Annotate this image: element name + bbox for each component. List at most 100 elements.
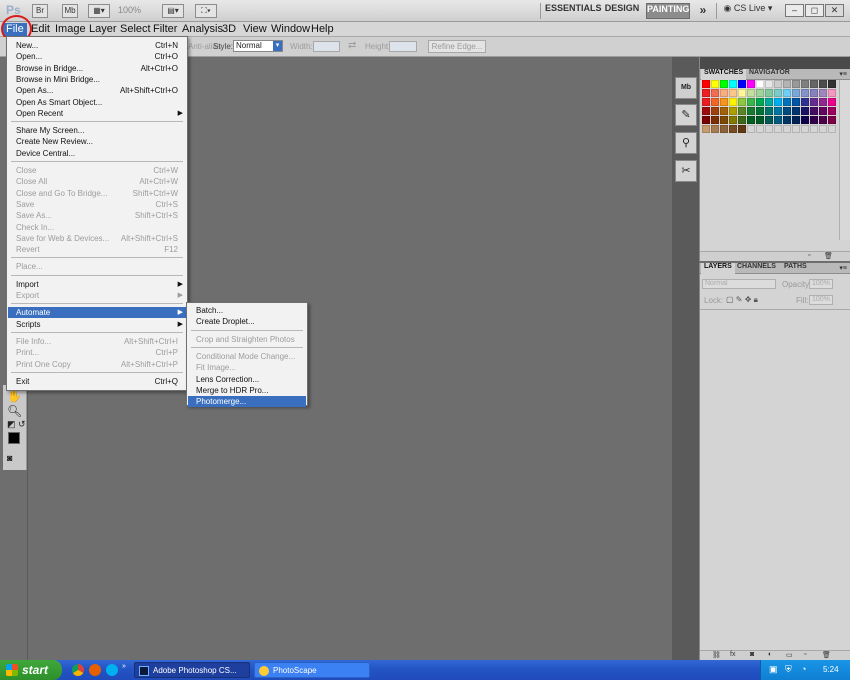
color-swatch[interactable] — [756, 98, 764, 106]
color-swatch[interactable] — [765, 89, 773, 97]
panel-menu-icon[interactable]: ▾≡ — [839, 70, 847, 78]
layer-mask-icon[interactable]: ◙ — [750, 651, 754, 658]
color-swatch[interactable] — [765, 80, 773, 88]
menu-filter[interactable]: Filter — [150, 23, 180, 36]
color-swatch[interactable] — [819, 116, 827, 124]
firefox-icon[interactable] — [89, 664, 101, 676]
panel-menu-icon[interactable]: ▾≡ — [839, 264, 847, 272]
tab-navigator[interactable]: NAVIGATOR — [746, 69, 793, 80]
file-menu-item[interactable]: Check In... — [8, 222, 186, 233]
automate-menu-item[interactable]: Batch... — [188, 305, 306, 316]
color-swatch[interactable] — [702, 107, 710, 115]
automate-menu-item[interactable]: Lens Correction... — [188, 374, 306, 385]
file-menu-item[interactable]: Open As Smart Object... — [8, 97, 186, 108]
color-swatch[interactable] — [711, 98, 719, 106]
color-swatch[interactable] — [738, 125, 746, 133]
tab-layers[interactable]: LAYERS — [701, 263, 735, 274]
color-swatch[interactable] — [801, 107, 809, 115]
color-swatch[interactable] — [828, 125, 836, 133]
layer-style-icon[interactable]: fx — [730, 651, 735, 658]
color-swatch[interactable] — [711, 125, 719, 133]
color-swatch[interactable] — [828, 98, 836, 106]
color-swatch[interactable] — [810, 125, 818, 133]
zoom-tool-icon[interactable]: 🔍︎ — [7, 404, 22, 418]
start-button[interactable]: start — [0, 660, 62, 680]
file-menu-item[interactable]: New... Ctrl+N — [8, 40, 186, 51]
hand-tool-icon[interactable]: ✋ — [7, 389, 22, 403]
color-swatch[interactable] — [702, 89, 710, 97]
color-swatch[interactable] — [738, 80, 746, 88]
color-swatch[interactable] — [774, 116, 782, 124]
security-icon[interactable]: ⛨ — [785, 664, 792, 675]
color-swatch[interactable] — [810, 98, 818, 106]
color-swatch[interactable] — [729, 107, 737, 115]
automate-menu-item[interactable]: Photomerge... — [188, 396, 306, 408]
volume-icon[interactable]: ◔ — [801, 664, 806, 674]
color-swatch[interactable] — [747, 125, 755, 133]
color-swatch[interactable] — [756, 107, 764, 115]
file-menu-item[interactable]: Open As... Alt+Shift+Ctrl+O — [8, 85, 186, 96]
quick-launch-more-icon[interactable]: » — [122, 663, 126, 670]
new-swatch-icon[interactable]: ▫ — [808, 252, 810, 259]
file-menu-item[interactable]: Create New Review... — [8, 136, 186, 147]
color-swatch[interactable] — [747, 80, 755, 88]
task-photoscape[interactable]: PhotoScape — [254, 662, 370, 678]
color-swatch[interactable] — [702, 80, 710, 88]
color-swatch[interactable] — [774, 98, 782, 106]
color-swatch[interactable] — [702, 116, 710, 124]
color-swatch[interactable] — [828, 89, 836, 97]
adjustment-layer-icon[interactable]: ◐ — [768, 651, 772, 658]
file-menu-item[interactable]: Automate ▶ — [8, 307, 186, 319]
view-extras-button[interactable]: ▦▾ — [88, 4, 110, 18]
tab-paths[interactable]: PATHS — [781, 263, 810, 274]
more-workspaces-button[interactable]: » — [697, 3, 709, 19]
color-swatch[interactable] — [756, 89, 764, 97]
task-photoshop[interactable]: Adobe Photoshop CS... — [134, 662, 250, 678]
tab-swatches[interactable]: SWATCHES — [701, 69, 747, 80]
file-menu-item[interactable]: Close Ctrl+W — [8, 165, 186, 176]
color-swatch[interactable] — [729, 89, 737, 97]
quick-mask-icon[interactable]: ◙ — [7, 453, 12, 463]
color-swatch[interactable] — [801, 116, 809, 124]
workspace-painting[interactable]: PAINTING — [646, 3, 690, 19]
screen-mode-button[interactable]: ⛶▾ — [195, 4, 217, 18]
minimize-button[interactable]: – — [785, 4, 804, 17]
color-swatch[interactable] — [774, 80, 782, 88]
chrome-icon[interactable] — [72, 664, 84, 676]
workspace-essentials[interactable]: ESSENTIALS — [545, 3, 602, 19]
color-swatch[interactable] — [783, 107, 791, 115]
color-swatch[interactable] — [819, 89, 827, 97]
color-swatch[interactable] — [765, 107, 773, 115]
width-field[interactable] — [313, 41, 340, 52]
mini-bridge-button[interactable]: Mb — [62, 4, 78, 18]
color-swatch[interactable] — [792, 107, 800, 115]
file-menu-item[interactable]: Open Recent ▶ — [8, 108, 186, 119]
foreground-color-swatch[interactable] — [8, 432, 20, 444]
color-swatch[interactable] — [720, 80, 728, 88]
height-field[interactable] — [389, 41, 417, 52]
link-layers-icon[interactable]: ⛓ — [712, 651, 721, 659]
cs-live-button[interactable]: ◉ CS Live ▾ — [722, 3, 774, 19]
color-swatch[interactable] — [819, 98, 827, 106]
opacity-field[interactable]: 100% — [809, 279, 833, 289]
file-menu-item[interactable]: Print One Copy Alt+Shift+Ctrl+P — [8, 359, 186, 370]
swatches-scrollbar[interactable] — [839, 80, 850, 240]
color-swatch[interactable] — [711, 89, 719, 97]
file-menu-item[interactable]: Close All Alt+Ctrl+W — [8, 176, 186, 187]
blend-mode-select[interactable]: Normal — [702, 279, 776, 289]
file-menu-item[interactable]: Revert F12 — [8, 244, 186, 255]
fill-field[interactable]: 100% — [809, 295, 833, 305]
color-swatch[interactable] — [792, 80, 800, 88]
tool-presets-icon[interactable]: ✂ — [675, 160, 697, 182]
menu-view[interactable]: View — [240, 23, 270, 36]
bridge-button[interactable]: Br — [32, 4, 48, 18]
color-swatch[interactable] — [774, 107, 782, 115]
color-swatch[interactable] — [819, 107, 827, 115]
swap-colors-icon[interactable]: ◩ ↺ — [7, 419, 26, 430]
color-swatch[interactable] — [720, 89, 728, 97]
color-swatch[interactable] — [819, 125, 827, 133]
color-swatch[interactable] — [738, 89, 746, 97]
menu-help[interactable]: Help — [308, 23, 337, 36]
color-swatch[interactable] — [711, 116, 719, 124]
color-swatch[interactable] — [747, 98, 755, 106]
